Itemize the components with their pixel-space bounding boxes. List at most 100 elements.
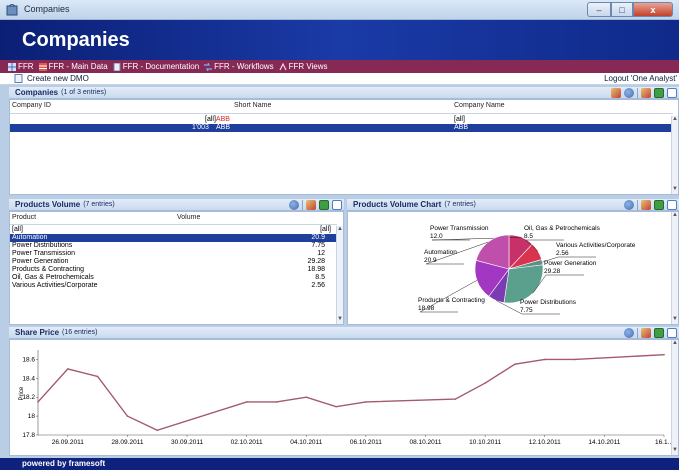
x-tick-label: 26.09.2011: [52, 439, 84, 446]
grid-icon: [8, 62, 16, 71]
maximize-panel-icon[interactable]: [332, 200, 342, 210]
table-row[interactable]: Oil, Gas & Petrochemicals 8.5: [10, 274, 337, 282]
share-price-line[interactable]: [37, 354, 665, 432]
companies-title: Companies: [15, 88, 59, 97]
share-price-point[interactable]: [275, 401, 278, 403]
column-header-company-name[interactable]: Company Name: [454, 102, 505, 112]
pie-slice-label: Power Generation: [544, 260, 597, 267]
companies-scrollbar[interactable]: ▲ ▼: [671, 116, 678, 194]
share-price-point[interactable]: [663, 353, 665, 356]
maximize-panel-icon[interactable]: [667, 328, 677, 338]
product-cell: Products & Contracting: [12, 266, 84, 273]
short-name-filter-all: [all]: [205, 116, 216, 123]
scroll-down-icon[interactable]: ▼: [672, 316, 678, 324]
x-tick-label: 04.10.2011: [290, 439, 322, 446]
chart-scrollbar[interactable]: ▲ ▼: [671, 212, 678, 324]
share-price-point[interactable]: [514, 363, 516, 365]
maximize-panel-icon[interactable]: [667, 88, 677, 98]
scroll-up-icon[interactable]: ▲: [672, 212, 678, 220]
share-price-point[interactable]: [573, 358, 576, 361]
products-chart-count: (7 entries): [444, 201, 476, 208]
create-dmo-label: Create new DMO: [27, 74, 89, 83]
minimize-button[interactable]: –: [587, 2, 611, 17]
excel-export-icon[interactable]: [654, 200, 664, 210]
pie-slice[interactable]: [503, 264, 544, 304]
x-tick-label: 08.10.2011: [409, 439, 441, 446]
excel-export-icon[interactable]: [654, 88, 664, 98]
products-panel-header: Products Volume (7 entries): [9, 199, 344, 211]
column-header-short-name[interactable]: Short Name: [234, 102, 271, 112]
menu-item-views[interactable]: FFR Views: [279, 62, 328, 71]
scroll-down-icon[interactable]: ▼: [672, 186, 678, 194]
refresh-icon[interactable]: [624, 328, 634, 338]
pie-slice-value: 2.56: [556, 250, 569, 257]
refresh-icon[interactable]: [289, 200, 299, 210]
close-button[interactable]: x: [633, 2, 673, 17]
volume-cell: 12: [317, 250, 325, 257]
table-icon: [38, 62, 47, 71]
pie-slice-label: Oil, Gas & Petrochemicals: [524, 225, 601, 232]
products-scrollbar[interactable]: ▲ ▼: [336, 226, 343, 324]
menu-item-workflows[interactable]: FFR - Workflows: [204, 62, 274, 71]
company-name-filter[interactable]: [all]: [454, 116, 465, 124]
share-price-point[interactable]: [156, 429, 159, 432]
table-row[interactable]: Various Activities/Corporate 2.56: [10, 282, 337, 290]
table-row[interactable]: 1'003 ABB ABB: [10, 124, 673, 132]
logout-link[interactable]: Logout 'One Analyst': [604, 74, 677, 83]
share-price-point[interactable]: [245, 401, 248, 403]
share-price-point[interactable]: [96, 375, 99, 378]
excel-export-icon[interactable]: [319, 200, 329, 210]
product-filter[interactable]: [all]: [12, 226, 23, 234]
share-price-point[interactable]: [37, 401, 39, 403]
products-title: Products Volume: [15, 200, 81, 209]
scroll-up-icon[interactable]: ▲: [337, 226, 343, 234]
scroll-up-icon[interactable]: ▲: [672, 116, 678, 124]
settings-icon[interactable]: [611, 88, 621, 98]
product-cell: Oil, Gas & Petrochemicals: [12, 274, 94, 281]
refresh-icon[interactable]: [624, 200, 634, 210]
window-titlebar: Companies – □ x: [0, 0, 679, 20]
share-price-point[interactable]: [454, 398, 457, 400]
edit-icon[interactable]: [641, 88, 651, 98]
share-price-point[interactable]: [543, 358, 546, 361]
share-price-point[interactable]: [305, 396, 308, 399]
share-scrollbar[interactable]: ▲ ▼: [671, 340, 678, 455]
menu-item-ffr[interactable]: FFR: [8, 62, 34, 71]
toolbar-divider: [637, 328, 638, 338]
scroll-up-icon[interactable]: ▲: [672, 340, 678, 348]
share-price-point[interactable]: [67, 368, 69, 370]
column-header-product[interactable]: Product: [12, 214, 36, 224]
create-dmo-button[interactable]: Create new DMO: [14, 74, 89, 83]
pie-slice-value: 12.0: [430, 233, 443, 240]
table-row[interactable]: Products & Contracting 18.98: [10, 266, 337, 274]
share-price-point[interactable]: [365, 401, 367, 403]
edit-icon[interactable]: [306, 200, 316, 210]
column-header-company-id[interactable]: Company ID: [12, 102, 51, 112]
short-name-filter[interactable]: [all]ABB: [205, 116, 230, 124]
share-price-point[interactable]: [126, 415, 129, 417]
menu-item-main-data[interactable]: FFR - Main Data: [38, 62, 108, 71]
x-tick-label: 10.10.2011: [469, 439, 501, 446]
x-tick-label: 14.10.2011: [588, 439, 620, 446]
share-price-point[interactable]: [484, 382, 486, 384]
table-row[interactable]: Power Transmission 12: [10, 250, 337, 258]
scroll-down-icon[interactable]: ▼: [337, 316, 343, 324]
companies-panel-header: Companies (1 of 3 entries): [9, 87, 679, 99]
table-row[interactable]: Power Distributions 7.75: [10, 242, 337, 250]
maximize-button[interactable]: □: [611, 2, 633, 17]
table-row[interactable]: Power Generation 29.28: [10, 258, 337, 266]
table-row[interactable]: Automation 20.9: [10, 234, 337, 242]
edit-icon[interactable]: [641, 328, 651, 338]
edit-icon[interactable]: [641, 200, 651, 210]
refresh-icon[interactable]: [624, 88, 634, 98]
scroll-down-icon[interactable]: ▼: [672, 447, 678, 455]
column-header-volume[interactable]: Volume: [177, 214, 200, 224]
volume-filter[interactable]: [all]: [320, 226, 331, 234]
x-tick-label: 28.09.2011: [111, 439, 143, 446]
menu-item-documentation[interactable]: FFR - Documentation: [113, 62, 199, 71]
maximize-panel-icon[interactable]: [667, 200, 677, 210]
window-title: Companies: [24, 4, 70, 14]
excel-export-icon[interactable]: [654, 328, 664, 338]
share-price-chart: 17.8 18 18.2 18.4 18.6 Price 26.09.2011 28.09.2…: [9, 339, 679, 456]
share-price-point[interactable]: [335, 405, 337, 408]
